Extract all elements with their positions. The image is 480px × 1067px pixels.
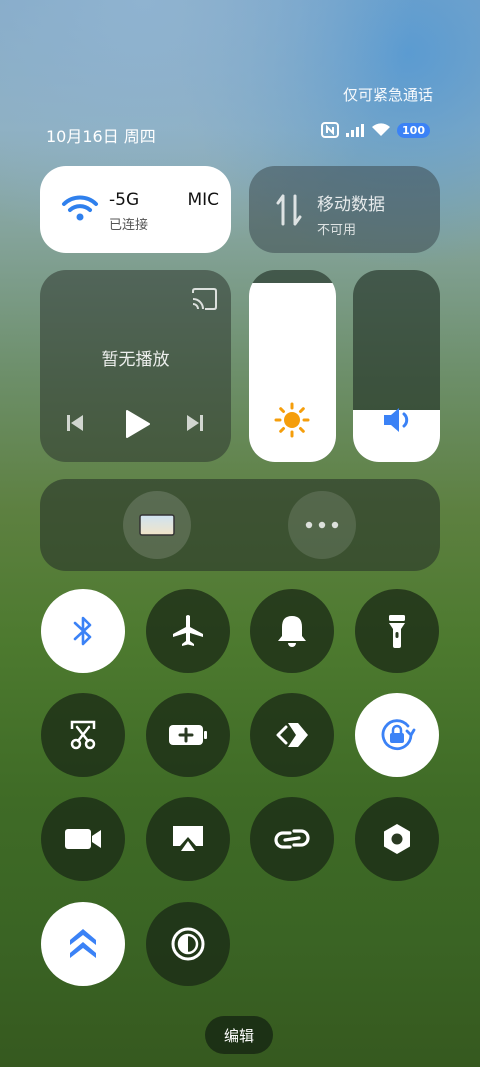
link-icon [274,829,310,849]
cast-icon[interactable] [190,287,218,311]
more-button[interactable] [288,491,356,559]
screenshot-toggle[interactable] [41,693,125,777]
bluetooth-icon [73,616,92,646]
rotation-lock-icon [381,719,416,751]
next-track-icon[interactable] [185,413,205,433]
wifi-status-icon [372,123,391,136]
media-status: 暂无播放 [101,350,170,370]
battery-indicator: 100 [397,122,430,138]
screenshot-icon [70,720,96,750]
data-arrows-icon [276,194,302,226]
battery-saver-toggle[interactable] [146,693,230,777]
airplane-mode-toggle[interactable] [146,589,230,673]
media-player: 暂无播放 [40,270,231,462]
flashlight-icon [389,615,405,648]
speaker-icon [384,408,409,432]
previous-track-icon[interactable] [65,413,85,433]
speed-boost-icon [70,929,96,958]
wallpaper-icon [139,514,175,536]
rotation-lock-toggle[interactable] [355,693,439,777]
screen-cast-toggle[interactable] [146,797,230,881]
shortcuts-panel [40,479,440,571]
edit-button[interactable]: 编辑 [205,1016,273,1054]
airplane-icon [173,615,203,646]
status-bar-icons: 100 [321,122,430,138]
ringer-toggle[interactable] [250,589,334,673]
signal-icon [346,124,365,137]
performance-boost-toggle[interactable] [41,902,125,986]
more-icon [305,521,339,529]
settings-toggle[interactable] [355,797,439,881]
screen-record-toggle[interactable] [41,797,125,881]
mobile-data-title: 移动数据 [317,195,385,215]
share-toggle[interactable] [250,693,334,777]
bluetooth-toggle[interactable] [41,589,125,673]
brightness-slider[interactable] [249,270,336,462]
battery-saver-icon [169,725,207,745]
share-icon [276,723,308,747]
nut-settings-icon [384,824,410,854]
wallpaper-button[interactable] [123,491,191,559]
flashlight-toggle[interactable] [355,589,439,673]
cast-screen-icon [173,826,203,851]
video-camera-icon [65,829,101,849]
wifi-status: 已连接 [109,218,149,233]
wifi-network-name-suffix: MIC [187,190,219,210]
wifi-network-name: -5G [109,190,140,210]
link-toggle[interactable] [250,797,334,881]
play-icon[interactable] [123,409,151,439]
mobile-data-tile[interactable]: 移动数据 不可用 [249,166,440,253]
volume-slider[interactable] [353,270,440,462]
wifi-tile[interactable]: -5G MIC 已连接 [40,166,231,253]
nfc-icon [321,122,340,138]
contrast-icon [171,927,205,961]
emergency-calls-only-label: 仅可紧急通话 [342,86,433,104]
contrast-toggle[interactable] [146,902,230,986]
wifi-icon [62,195,98,221]
mobile-data-status: 不可用 [317,223,357,238]
date-label: 10月16日 周四 [46,127,156,146]
brightness-icon [274,402,310,438]
bell-icon [278,616,306,647]
